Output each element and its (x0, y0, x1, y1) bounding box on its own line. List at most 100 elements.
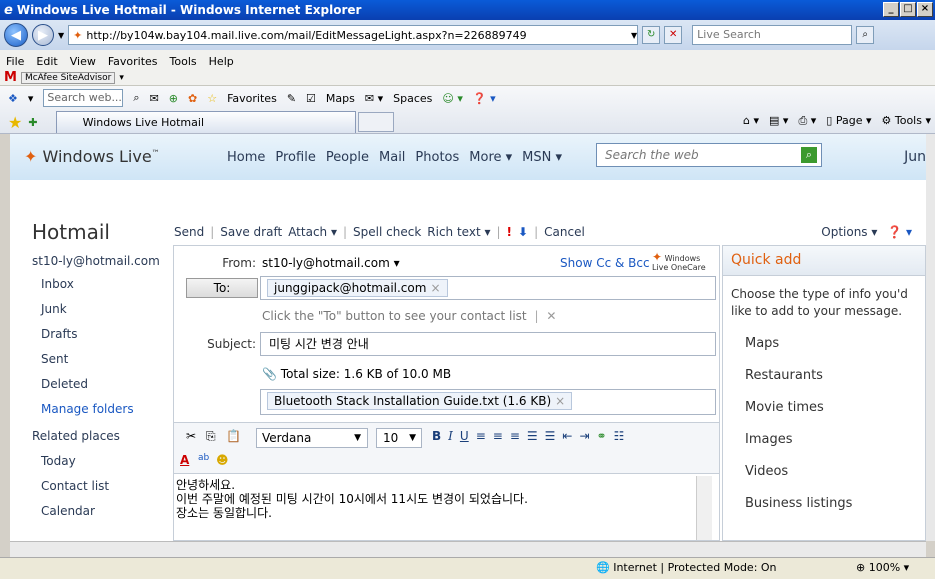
cancel-button[interactable]: Cancel (544, 225, 585, 239)
from-select[interactable]: st10-ly@hotmail.com ▾ (262, 256, 400, 270)
refresh-icon[interactable]: ↻ (642, 26, 661, 44)
user-name[interactable]: Jun (904, 149, 926, 165)
print-icon[interactable]: ⎙ ▾ (798, 114, 816, 128)
bold-icon[interactable]: B (432, 429, 441, 443)
horizontal-rule-icon[interactable]: ☷ (614, 429, 625, 443)
attach-button[interactable]: Attach ▾ (288, 225, 337, 239)
underline-icon[interactable]: U (460, 429, 469, 443)
link-icon[interactable]: ⚭ (597, 429, 607, 443)
tools-menu-button[interactable]: ⚙ Tools ▾ (882, 114, 932, 128)
decrease-indent-icon[interactable]: ⇤ (562, 429, 572, 443)
back-button[interactable]: ◀ (4, 23, 28, 47)
menu-view[interactable]: View (70, 55, 96, 68)
nav-msn[interactable]: MSN ▾ (522, 150, 562, 165)
toolbar-add-icon[interactable]: ⊕ (169, 92, 178, 105)
importance-low-icon[interactable]: ⬇ (518, 225, 528, 239)
account-email[interactable]: st10-ly@hotmail.com (32, 254, 160, 268)
font-select[interactable]: Verdana ▼ (256, 428, 368, 448)
nav-home[interactable]: Home (227, 150, 265, 165)
menu-tools[interactable]: Tools (170, 55, 197, 68)
folder-deleted[interactable]: Deleted (32, 377, 160, 402)
folder-junk[interactable]: Junk (32, 302, 160, 327)
toolbar-butterfly-icon[interactable]: ✿ (188, 92, 197, 105)
numbered-list-icon[interactable]: ☰ (527, 429, 538, 443)
menu-help[interactable]: Help (209, 55, 234, 68)
attachment-chip[interactable]: Bluetooth Stack Installation Guide.txt (… (267, 392, 573, 410)
checkbox-icon[interactable]: ☑ (306, 92, 316, 105)
page-horizontal-scrollbar[interactable] (10, 541, 926, 557)
toolbar-search-icon[interactable]: ⌕ (133, 91, 139, 105)
highlight-icon[interactable]: ab (198, 453, 209, 463)
related-contact-list[interactable]: Contact list (32, 479, 160, 504)
web-search-input[interactable]: Search the web ⌕ (596, 143, 822, 167)
mcafee-dropdown-icon[interactable]: ▾ (119, 73, 124, 83)
menu-favorites[interactable]: Favorites (108, 55, 158, 68)
related-calendar[interactable]: Calendar (32, 504, 160, 529)
folder-drafts[interactable]: Drafts (32, 327, 160, 352)
cut-icon[interactable]: ✂ (186, 429, 196, 443)
quick-add-videos[interactable]: Videos (745, 464, 925, 496)
bulleted-list-icon[interactable]: ☰ (545, 429, 556, 443)
favorites-center-icon[interactable]: ★ (8, 113, 22, 132)
messenger-icon[interactable]: ☺ ▾ (442, 92, 463, 105)
spaces-button[interactable]: Spaces (393, 92, 432, 105)
page-menu-button[interactable]: ▯ Page ▾ (826, 114, 871, 128)
body-scrollbar[interactable] (696, 476, 712, 540)
zoom-level[interactable]: ⊕ 100% ▾ (856, 561, 909, 574)
home-icon[interactable]: ⌂ ▾ (743, 114, 759, 128)
menu-file[interactable]: File (6, 55, 24, 68)
help-circle-icon[interactable]: ❓ ▾ (887, 225, 912, 239)
mcafee-siteadvisor-button[interactable]: McAfee SiteAdvisor (20, 71, 116, 84)
toolbar-mail-icon[interactable]: ✉ (150, 92, 159, 105)
related-today[interactable]: Today (32, 454, 160, 479)
subject-input[interactable]: 미팅 시간 변경 안내 (260, 332, 716, 356)
remove-attachment-icon[interactable]: × (555, 394, 565, 408)
url-dropdown-icon[interactable]: ▼ (631, 31, 637, 40)
to-field[interactable]: junggipack@hotmail.com × (260, 276, 716, 300)
nav-profile[interactable]: Profile (275, 150, 315, 165)
help-icon[interactable]: ❓ ▾ (473, 92, 496, 105)
quick-add-images[interactable]: Images (745, 432, 925, 464)
folder-inbox[interactable]: Inbox (32, 277, 160, 302)
history-dropdown-icon[interactable]: ▼ (58, 31, 64, 40)
align-left-icon[interactable]: ≡ (476, 429, 486, 443)
spell-check-button[interactable]: Spell check (353, 225, 421, 239)
recipient-chip[interactable]: junggipack@hotmail.com × (267, 279, 448, 297)
security-zone[interactable]: 🌐 Internet | Protected Mode: On (596, 561, 777, 574)
search-icon[interactable]: ⌕ (856, 26, 875, 44)
page-vertical-scrollbar[interactable] (926, 134, 935, 541)
manage-folders-link[interactable]: Manage folders (32, 402, 160, 427)
quick-add-movie-times[interactable]: Movie times (745, 400, 925, 432)
minimize-button[interactable]: _ (883, 2, 899, 17)
live-search-input[interactable]: Live Search (692, 25, 853, 45)
folder-sent[interactable]: Sent (32, 352, 160, 377)
show-cc-bcc-link[interactable]: Show Cc & Bcc (560, 256, 650, 270)
paste-icon[interactable]: 📋 (226, 429, 241, 443)
favorites-button[interactable]: Favorites (227, 92, 277, 105)
font-color-icon[interactable]: A (180, 453, 189, 467)
align-right-icon[interactable]: ≡ (510, 429, 520, 443)
forward-button[interactable]: ▶ (32, 24, 54, 46)
toolbar-mail2-icon[interactable]: ✉ ▾ (365, 92, 383, 105)
italic-icon[interactable]: I (448, 429, 453, 443)
quick-add-business-listings[interactable]: Business listings (745, 496, 925, 528)
to-button[interactable]: To: (186, 278, 258, 298)
options-menu[interactable]: Options ▾ ❓ ▾ (821, 225, 912, 239)
toolbar-dropdown-icon[interactable]: ▾ (28, 92, 34, 105)
maps-button[interactable]: Maps (326, 92, 355, 105)
copy-icon[interactable]: ⎘ (206, 429, 216, 444)
windows-live-logo[interactable]: ✦ Windows Live™ (24, 147, 160, 166)
nav-mail[interactable]: Mail (379, 150, 405, 165)
nav-more[interactable]: More ▾ (469, 150, 512, 165)
address-field[interactable]: ✦ http://by104w.bay104.mail.live.com/mai… (68, 25, 639, 45)
nav-photos[interactable]: Photos (415, 150, 459, 165)
pen-icon[interactable]: ✎ (287, 92, 296, 105)
align-center-icon[interactable]: ≡ (493, 429, 503, 443)
rich-text-button[interactable]: Rich text ▾ (427, 225, 490, 239)
dismiss-hint-icon[interactable]: ✕ (546, 309, 556, 323)
send-button[interactable]: Send (174, 225, 204, 239)
importance-high-icon[interactable]: ! (507, 225, 512, 239)
emoticon-icon[interactable]: ☻ (216, 453, 229, 467)
stop-icon[interactable]: ✕ (664, 26, 683, 44)
toolbar-search-input[interactable]: Search web... (43, 89, 124, 107)
